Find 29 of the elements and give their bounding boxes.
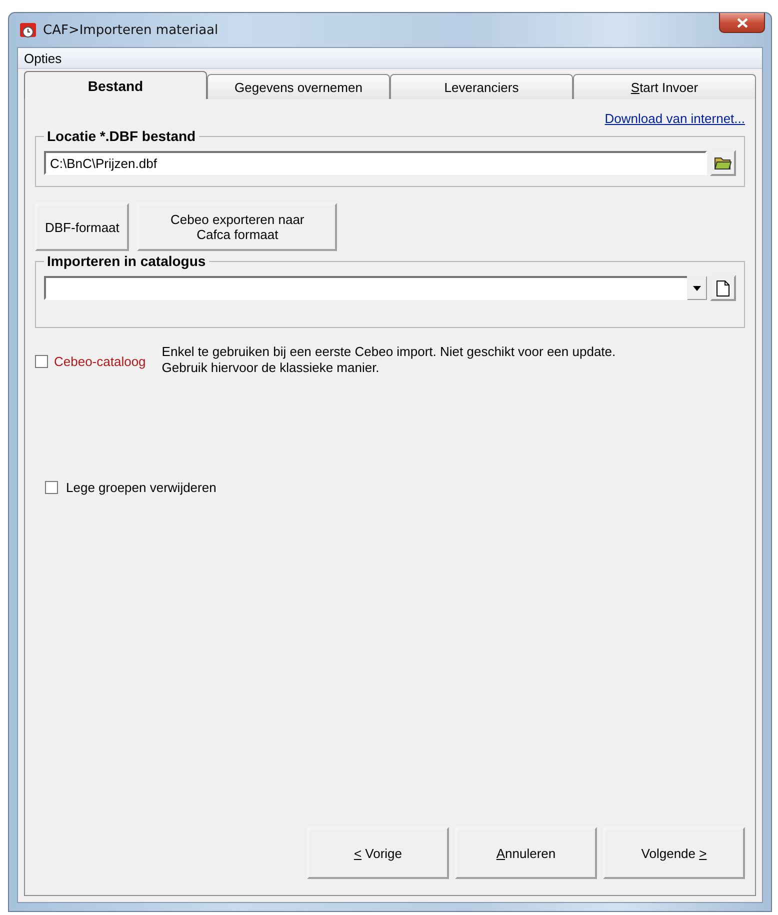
close-button[interactable] bbox=[719, 13, 765, 33]
dbf-format-button[interactable]: DBF-formaat bbox=[35, 203, 130, 251]
info-text: Enkel te gebruiken bij een eerste Cebeo import. Niet geschikt voor een update. Gebruik hiervoor de klassieke manier. bbox=[162, 344, 617, 376]
new-catalog-button[interactable] bbox=[710, 275, 736, 301]
catalog-dropdown[interactable] bbox=[44, 276, 707, 300]
menu-item[interactable]: Opties bbox=[18, 50, 68, 66]
group-title: Locatie *.DBF bestand bbox=[46, 128, 197, 144]
checkbox[interactable] bbox=[45, 481, 58, 494]
browse-button[interactable] bbox=[710, 150, 736, 176]
checkbox-label: Lege groepen verwijderen bbox=[66, 480, 216, 495]
checkbox[interactable] bbox=[35, 355, 48, 368]
next-button[interactable]: Volgende > bbox=[603, 827, 745, 879]
checkbox-label: Cebeo-cataloog bbox=[54, 354, 146, 369]
dropdown-arrow-icon bbox=[693, 286, 701, 290]
close-icon bbox=[736, 18, 748, 28]
tab[interactable]: Start Invoer bbox=[573, 74, 756, 99]
previous-button[interactable]: < Vorige bbox=[307, 827, 449, 879]
cancel-button[interactable]: Annuleren bbox=[455, 827, 597, 879]
window-title: CAF>Importeren materiaal bbox=[43, 22, 218, 38]
tab[interactable]: Leveranciers bbox=[390, 74, 573, 99]
download-link[interactable]: Download van internet... bbox=[604, 111, 745, 126]
folder-icon bbox=[714, 155, 732, 171]
export-button[interactable]: Cebeo exporteren naar Cafca formaat bbox=[137, 203, 338, 251]
document-icon bbox=[716, 280, 730, 296]
app-icon bbox=[19, 21, 37, 39]
group-title: Importeren in catalogus bbox=[46, 253, 207, 269]
tab[interactable]: Bestand bbox=[24, 71, 207, 99]
location-field[interactable]: C:\BnC\Prijzen.dbf bbox=[44, 151, 707, 175]
tab[interactable]: Gegevens overnemen bbox=[207, 74, 390, 99]
